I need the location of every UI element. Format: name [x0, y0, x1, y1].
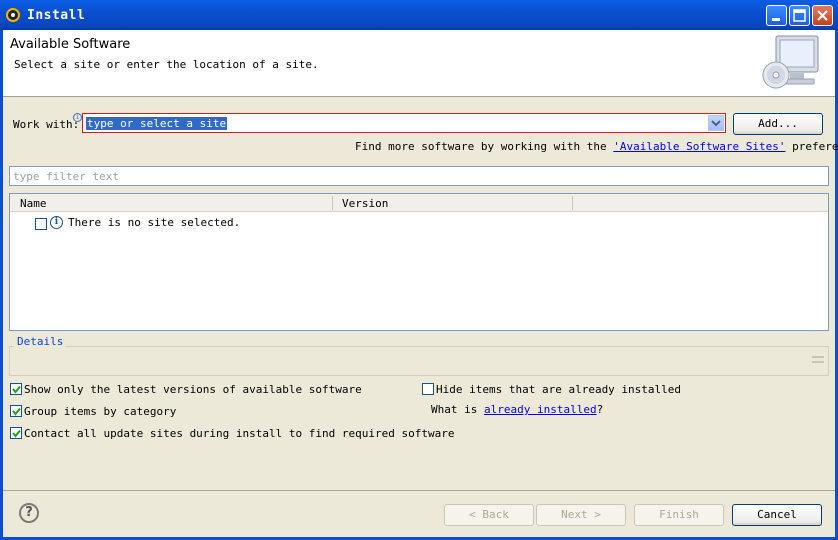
maximize-icon [793, 9, 806, 22]
hide-installed-label[interactable]: Hide items that are already installed [436, 383, 681, 396]
group-by-category-label[interactable]: Group items by category [24, 405, 176, 418]
page-title: Available Software [10, 37, 131, 52]
column-header-version[interactable]: Version [342, 197, 388, 210]
software-tree[interactable]: Name Version i There is no site selected… [9, 193, 829, 331]
contact-all-sites-checkbox[interactable] [10, 427, 22, 439]
sash-handle-icon[interactable] [812, 355, 824, 365]
table-row: There is no site selected. [68, 216, 241, 229]
available-software-sites-link[interactable]: 'Available Software Sites' [613, 140, 785, 153]
contact-all-sites-label[interactable]: Contact all update sites during install … [24, 427, 454, 440]
find-more-text: Find more software by working with the '… [355, 140, 838, 153]
window-frame-left [0, 30, 3, 540]
find-more-suffix: preferences. [792, 140, 838, 153]
cancel-button[interactable]: Cancel [732, 504, 822, 526]
what-is-suffix: ? [596, 403, 604, 416]
eclipse-app-icon [6, 8, 20, 22]
work-with-combo-value[interactable]: type or select a site [86, 117, 228, 130]
table-header [10, 194, 828, 212]
info-icon: i [50, 216, 63, 229]
what-is-prefix: What is [431, 403, 478, 416]
page-subtitle: Select a site or enter the location of a… [14, 58, 319, 71]
next-button[interactable]: Next > [536, 504, 626, 526]
chevron-down-icon [711, 120, 721, 127]
details-label: Details [14, 335, 67, 348]
find-more-prefix: Find more software by working with the [355, 140, 607, 153]
title-bar[interactable] [0, 0, 838, 30]
show-latest-label[interactable]: Show only the latest versions of availab… [24, 383, 362, 396]
show-latest-checkbox[interactable] [10, 383, 22, 395]
column-divider[interactable] [332, 196, 333, 210]
combo-dropdown-button[interactable] [708, 115, 724, 131]
filter-input[interactable]: type filter text [9, 166, 829, 186]
work-with-combo[interactable]: type or select a site [82, 113, 726, 133]
checkmark-icon [12, 385, 21, 394]
window-title: Install [27, 8, 86, 23]
add-button[interactable]: Add... [733, 113, 823, 135]
checkmark-icon [12, 429, 21, 438]
column-divider[interactable] [572, 196, 573, 210]
help-icon[interactable]: ? [19, 503, 39, 523]
close-icon [817, 10, 828, 21]
minimize-icon [772, 18, 780, 21]
close-button[interactable] [812, 5, 833, 26]
back-button[interactable]: < Back [444, 504, 534, 526]
details-group [9, 346, 829, 376]
install-cd-computer-icon [760, 33, 822, 93]
work-with-label: Work with: [13, 118, 80, 131]
field-info-icon: i [73, 113, 82, 122]
what-is-installed-text: What is already installed? [431, 403, 603, 416]
group-by-category-checkbox[interactable] [10, 405, 22, 417]
filter-placeholder: type filter text [13, 170, 119, 183]
maximize-button[interactable] [789, 5, 810, 26]
already-installed-link[interactable]: already installed [484, 403, 597, 416]
footer-separator [3, 490, 835, 491]
minimize-button[interactable] [766, 5, 787, 26]
checkmark-icon [12, 407, 21, 416]
row-checkbox[interactable] [35, 218, 47, 230]
column-header-name[interactable]: Name [20, 197, 47, 210]
hide-installed-checkbox[interactable] [422, 383, 434, 395]
finish-button[interactable]: Finish [634, 504, 724, 526]
